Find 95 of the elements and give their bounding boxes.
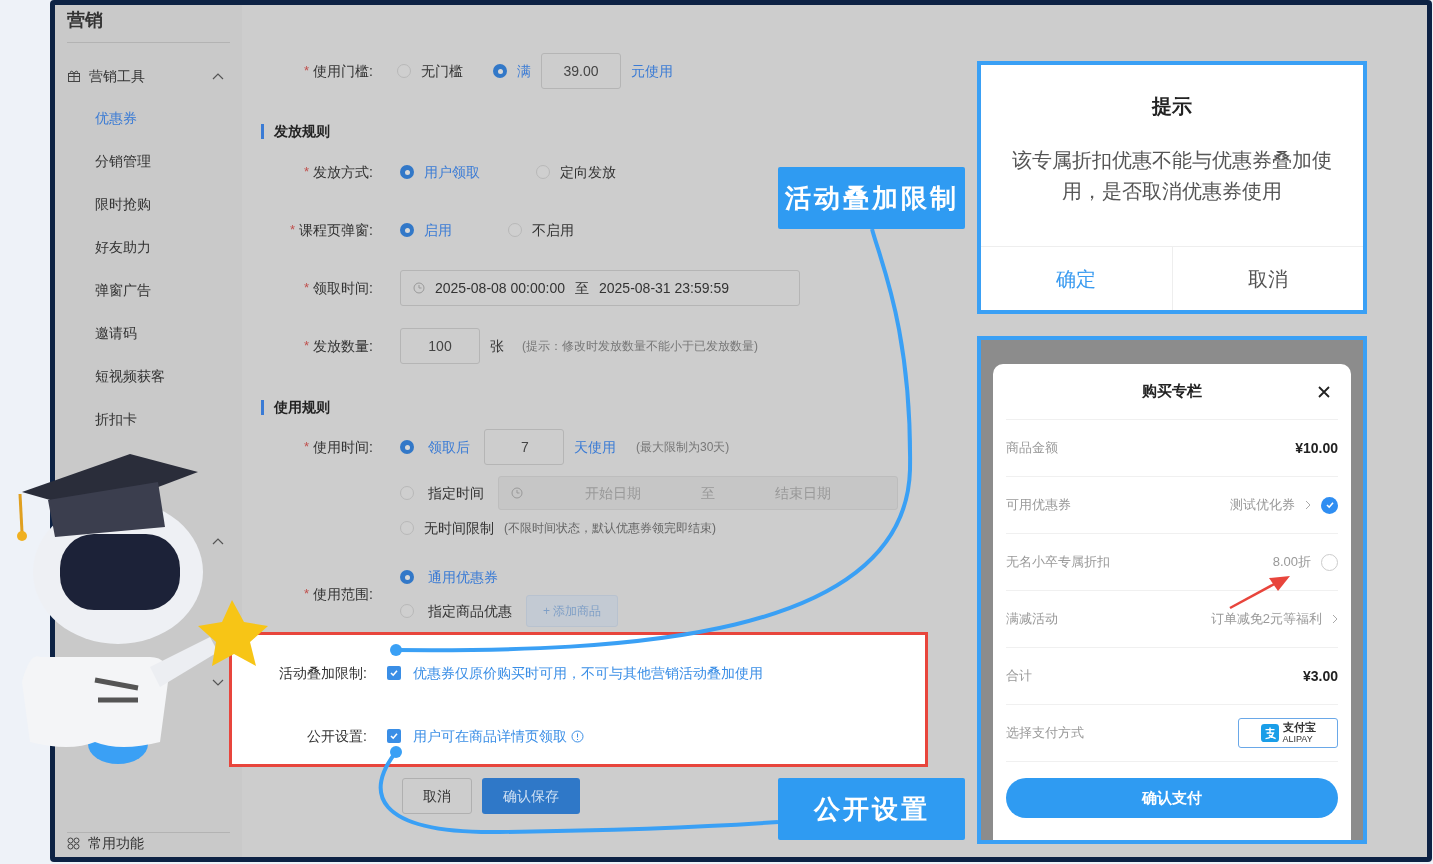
chevron-icon[interactable] xyxy=(1332,614,1338,624)
quantity-field[interactable]: 100 xyxy=(400,328,480,364)
option-label: 领取后 xyxy=(428,437,470,457)
checkbox-label: 优惠券仅原价购买时可用，不可与其他营销活动叠加使用 xyxy=(413,663,763,683)
amount-field[interactable]: 39.00 xyxy=(541,53,621,89)
option-label: 启用 xyxy=(424,220,452,240)
check-icon xyxy=(1324,500,1335,510)
callout-label: 公开设置 xyxy=(778,778,965,840)
sidebar-item[interactable]: 邀请码 xyxy=(67,312,230,355)
row-label: 满减活动 xyxy=(1006,610,1058,629)
field-label: 公开设置: xyxy=(307,726,367,746)
checkbox-label: 用户可在商品详情页领取 xyxy=(413,726,567,746)
clock-icon xyxy=(413,282,425,294)
gift-icon xyxy=(67,69,81,83)
chevron-icon[interactable] xyxy=(212,679,224,687)
sidebar-title: 营销 xyxy=(67,9,104,32)
required-mark: * xyxy=(304,337,310,356)
row-value: 8.00折 xyxy=(1272,553,1311,572)
required-mark: * xyxy=(304,279,310,298)
checkbox[interactable] xyxy=(387,729,401,743)
amount-value: ¥10.00 xyxy=(1295,438,1338,458)
row-label: 选择支付方式 xyxy=(1006,724,1084,743)
required-mark: * xyxy=(304,438,310,457)
method-sub: ALIPAY xyxy=(1282,733,1314,745)
sidebar-item[interactable]: 分销管理 xyxy=(67,140,230,183)
apps-icon xyxy=(67,836,80,850)
chevron-icon[interactable] xyxy=(212,537,224,545)
option-label: 指定商品优惠 xyxy=(428,601,512,621)
check-icon xyxy=(389,668,399,678)
suffix-text: 元使用 xyxy=(631,61,673,81)
row-value: 订单减免2元等福利 xyxy=(1210,610,1322,629)
hint-text: (最大限制为30天) xyxy=(636,439,730,456)
radio-selected[interactable] xyxy=(400,223,414,237)
row-label: 合计 xyxy=(1006,667,1032,686)
sidebar-footer-label[interactable]: 常用功能 xyxy=(88,832,144,854)
checkbox[interactable] xyxy=(387,666,401,680)
hint-text: (提示：修改时发放数量不能小于已发放数量) xyxy=(522,338,758,355)
pointer-arrow xyxy=(1228,574,1292,610)
date-range-field[interactable]: 2025-08-08 00:00:00 至 2025-08-31 23:59:59 xyxy=(400,270,800,306)
group-label[interactable]: 营销工具 xyxy=(89,65,145,87)
field-label: 使用门槛: xyxy=(313,61,373,81)
suffix-text: 天使用 xyxy=(574,437,616,457)
sidebar-item[interactable]: 短视频获客 xyxy=(67,355,230,398)
dialog-title: 提示 xyxy=(1150,94,1193,119)
radio-selected[interactable] xyxy=(400,165,414,179)
radio-selected[interactable] xyxy=(400,440,414,454)
field-label: 活动叠加限制: xyxy=(279,663,367,683)
required-mark: * xyxy=(304,62,310,81)
required-mark: * xyxy=(290,221,296,240)
row-label: 无名小卒专属折扣 xyxy=(1006,553,1110,572)
row-label: 商品金额 xyxy=(1006,439,1058,458)
alipay-icon xyxy=(1260,724,1279,742)
option-label: 通用优惠券 xyxy=(428,567,498,587)
callout-label: 活动叠加限制 xyxy=(778,167,965,229)
row-value: 测试优化券 xyxy=(1230,496,1295,515)
days-field[interactable]: 7 xyxy=(484,429,564,465)
section-title: 使用规则 xyxy=(274,397,330,417)
amount-value: ¥3.00 xyxy=(1302,666,1338,686)
chevron-icon[interactable] xyxy=(212,72,224,80)
sidebar-item[interactable]: 弹窗广告 xyxy=(67,269,230,312)
field-label: 使用时间: xyxy=(313,437,373,457)
option-label: 指定时间 xyxy=(428,483,484,503)
payment-method-option[interactable]: 支付宝 ALIPAY xyxy=(1238,718,1338,748)
option-label: 不启用 xyxy=(532,220,574,240)
radio-selected[interactable] xyxy=(400,570,414,584)
option-label: 满 xyxy=(517,61,531,81)
option-label: 无门槛 xyxy=(421,61,463,81)
clock-icon xyxy=(511,487,523,499)
row-label: 可用优惠券 xyxy=(1006,496,1071,515)
field-label: 课程页弹窗: xyxy=(299,220,373,240)
option-label: 无时间限制 xyxy=(424,518,494,538)
dialog-message: 该专属折扣优惠不能与优惠券叠加使用，是否取消优惠券使用 xyxy=(1011,148,1333,204)
method-name: 支付宝 xyxy=(1282,721,1316,733)
field-label: 使用范围: xyxy=(313,584,373,604)
unit-text: 张 xyxy=(490,336,504,356)
cancel-button[interactable]: 取消 xyxy=(402,778,472,814)
option-label: 用户领取 xyxy=(424,162,480,182)
option-label: 定向发放 xyxy=(560,162,616,182)
hint-text: (不限时间状态，默认优惠券领完即结束) xyxy=(504,520,716,537)
sidebar-item[interactable]: 好友助力 xyxy=(67,226,230,269)
radio-selected[interactable] xyxy=(493,64,507,78)
required-mark: * xyxy=(304,585,310,604)
field-label: 领取时间: xyxy=(313,278,373,298)
chevron-icon[interactable] xyxy=(1305,500,1311,510)
field-label: 发放方式: xyxy=(313,162,373,182)
dialog-button[interactable]: 取消 xyxy=(1171,247,1363,310)
sheet-title: 购买专栏 xyxy=(1142,381,1202,402)
check-icon xyxy=(389,731,399,741)
required-mark: * xyxy=(304,163,310,182)
section-title: 发放规则 xyxy=(274,121,330,141)
sidebar-item[interactable]: 折扣卡 xyxy=(67,398,230,441)
sidebar-item[interactable]: 限时抢购 xyxy=(67,183,230,226)
close-icon[interactable] xyxy=(1318,385,1330,398)
field-label: 发放数量: xyxy=(313,336,373,356)
info-icon xyxy=(571,729,584,743)
